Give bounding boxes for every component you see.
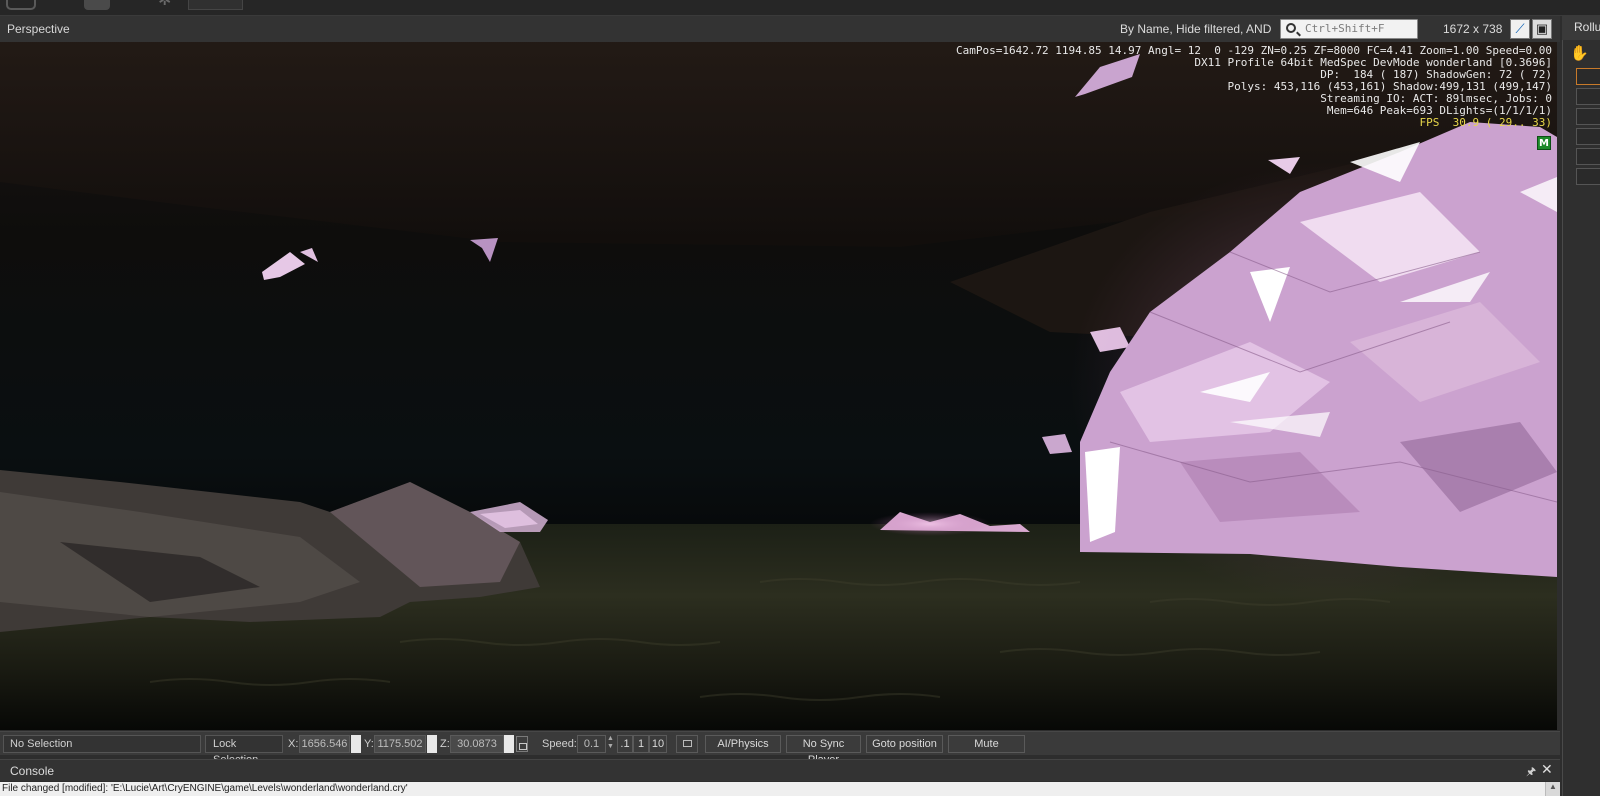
speed-spinner[interactable]: ▲ ▼ — [606, 735, 615, 753]
pin-button[interactable]: ⟋ — [1510, 19, 1530, 39]
hand-icon[interactable]: ✋ — [1570, 44, 1589, 62]
speed-preset-one[interactable]: 1 — [633, 735, 649, 753]
y-label: Y: — [364, 738, 374, 750]
toolbar-frame-icon[interactable] — [6, 0, 36, 10]
y-coordinate-spinner[interactable] — [427, 735, 437, 753]
viewport-resolution[interactable]: 1672 x 738 — [1443, 22, 1502, 36]
rollup-slot-5[interactable] — [1576, 148, 1600, 165]
x-label: X: — [288, 738, 299, 750]
rollup-slot-3[interactable] — [1576, 108, 1600, 125]
selection-field[interactable]: No Selection — [3, 735, 201, 753]
z-coordinate-spinner[interactable] — [504, 735, 514, 753]
toolbar-dropdown[interactable] — [188, 0, 243, 10]
lock-selection-button[interactable]: Lock Selection — [205, 735, 283, 766]
maximize-icon: ▣ — [1535, 21, 1549, 36]
pin-icon: ⟋ — [1515, 21, 1525, 36]
toolbar-layer-icon[interactable] — [84, 0, 110, 10]
toolbar-settings-icon[interactable]: ✲ — [158, 0, 180, 9]
z-label: Z: — [440, 738, 450, 750]
rollup-slot-1[interactable] — [1576, 68, 1600, 85]
maximize-button[interactable]: ▣ — [1532, 19, 1552, 39]
viewport-title[interactable]: Perspective — [7, 22, 70, 36]
rollup-tab-label[interactable]: Rollu — [1574, 20, 1600, 34]
lock-coordinates-icon[interactable] — [516, 736, 528, 752]
ai-physics-button[interactable]: AI/Physics — [705, 735, 781, 753]
x-coordinate-spinner[interactable] — [351, 735, 361, 753]
console-log-line: File changed [modified]: 'E:\Lucie\Art\C… — [0, 782, 1560, 796]
console-scrollbar[interactable]: ▲ — [1545, 782, 1560, 796]
scene-render — [0, 42, 1557, 730]
goto-position-button[interactable]: Goto position — [866, 735, 943, 753]
terrain-icon — [683, 740, 692, 747]
object-search-input[interactable]: Ctrl+Shift+F — [1280, 19, 1418, 39]
y-coordinate-field[interactable]: 1175.502 — [374, 735, 426, 753]
viewport-header: Perspective By Name, Hide filtered, AND … — [0, 16, 1560, 42]
status-bar: No Selection Lock Selection X: 1656.546 … — [0, 731, 1560, 766]
speed-field[interactable]: 0.1 — [577, 735, 606, 753]
speed-preset-tenth[interactable]: .1 — [617, 735, 633, 753]
sandbox-editor-window: ✲ Perspective By Name, Hide filtered, AN… — [0, 0, 1600, 796]
z-coordinate-field[interactable]: 30.0873 — [450, 735, 504, 753]
console-header: Console 🖈 ✕ — [0, 759, 1560, 781]
console-pin-icon[interactable]: 🖈 — [1526, 763, 1536, 782]
rollup-slot-2[interactable] — [1576, 88, 1600, 105]
hud-fps: FPS 30.9 ( 29.. 33) — [1419, 116, 1552, 129]
search-icon — [1286, 23, 1296, 33]
speed-label: Speed: — [542, 738, 577, 750]
terrain-collision-button[interactable] — [676, 735, 698, 753]
speed-preset-ten[interactable]: 10 — [649, 735, 667, 753]
filter-mode-label[interactable]: By Name, Hide filtered, AND — [1120, 22, 1271, 36]
console-title: Console — [10, 764, 55, 778]
rollup-slot-4[interactable] — [1576, 128, 1600, 145]
no-sync-player-button[interactable]: No Sync Player — [786, 735, 861, 766]
search-placeholder: Ctrl+Shift+F — [1305, 22, 1385, 35]
viewport-render[interactable]: CamPos=1642.72 1194.85 14.97 Angl= 12 0 … — [0, 42, 1557, 730]
x-coordinate-field[interactable]: 1656.546 — [299, 735, 350, 753]
console-close-icon[interactable]: ✕ — [1541, 761, 1553, 778]
main-toolbar: ✲ — [0, 0, 1600, 16]
performance-hud: CamPos=1642.72 1194.85 14.97 Angl= 12 0 … — [956, 45, 1552, 129]
mute-button[interactable]: Mute — [948, 735, 1025, 753]
rollup-slot-6[interactable] — [1576, 168, 1600, 185]
hud-marker-badge: M — [1537, 136, 1551, 150]
